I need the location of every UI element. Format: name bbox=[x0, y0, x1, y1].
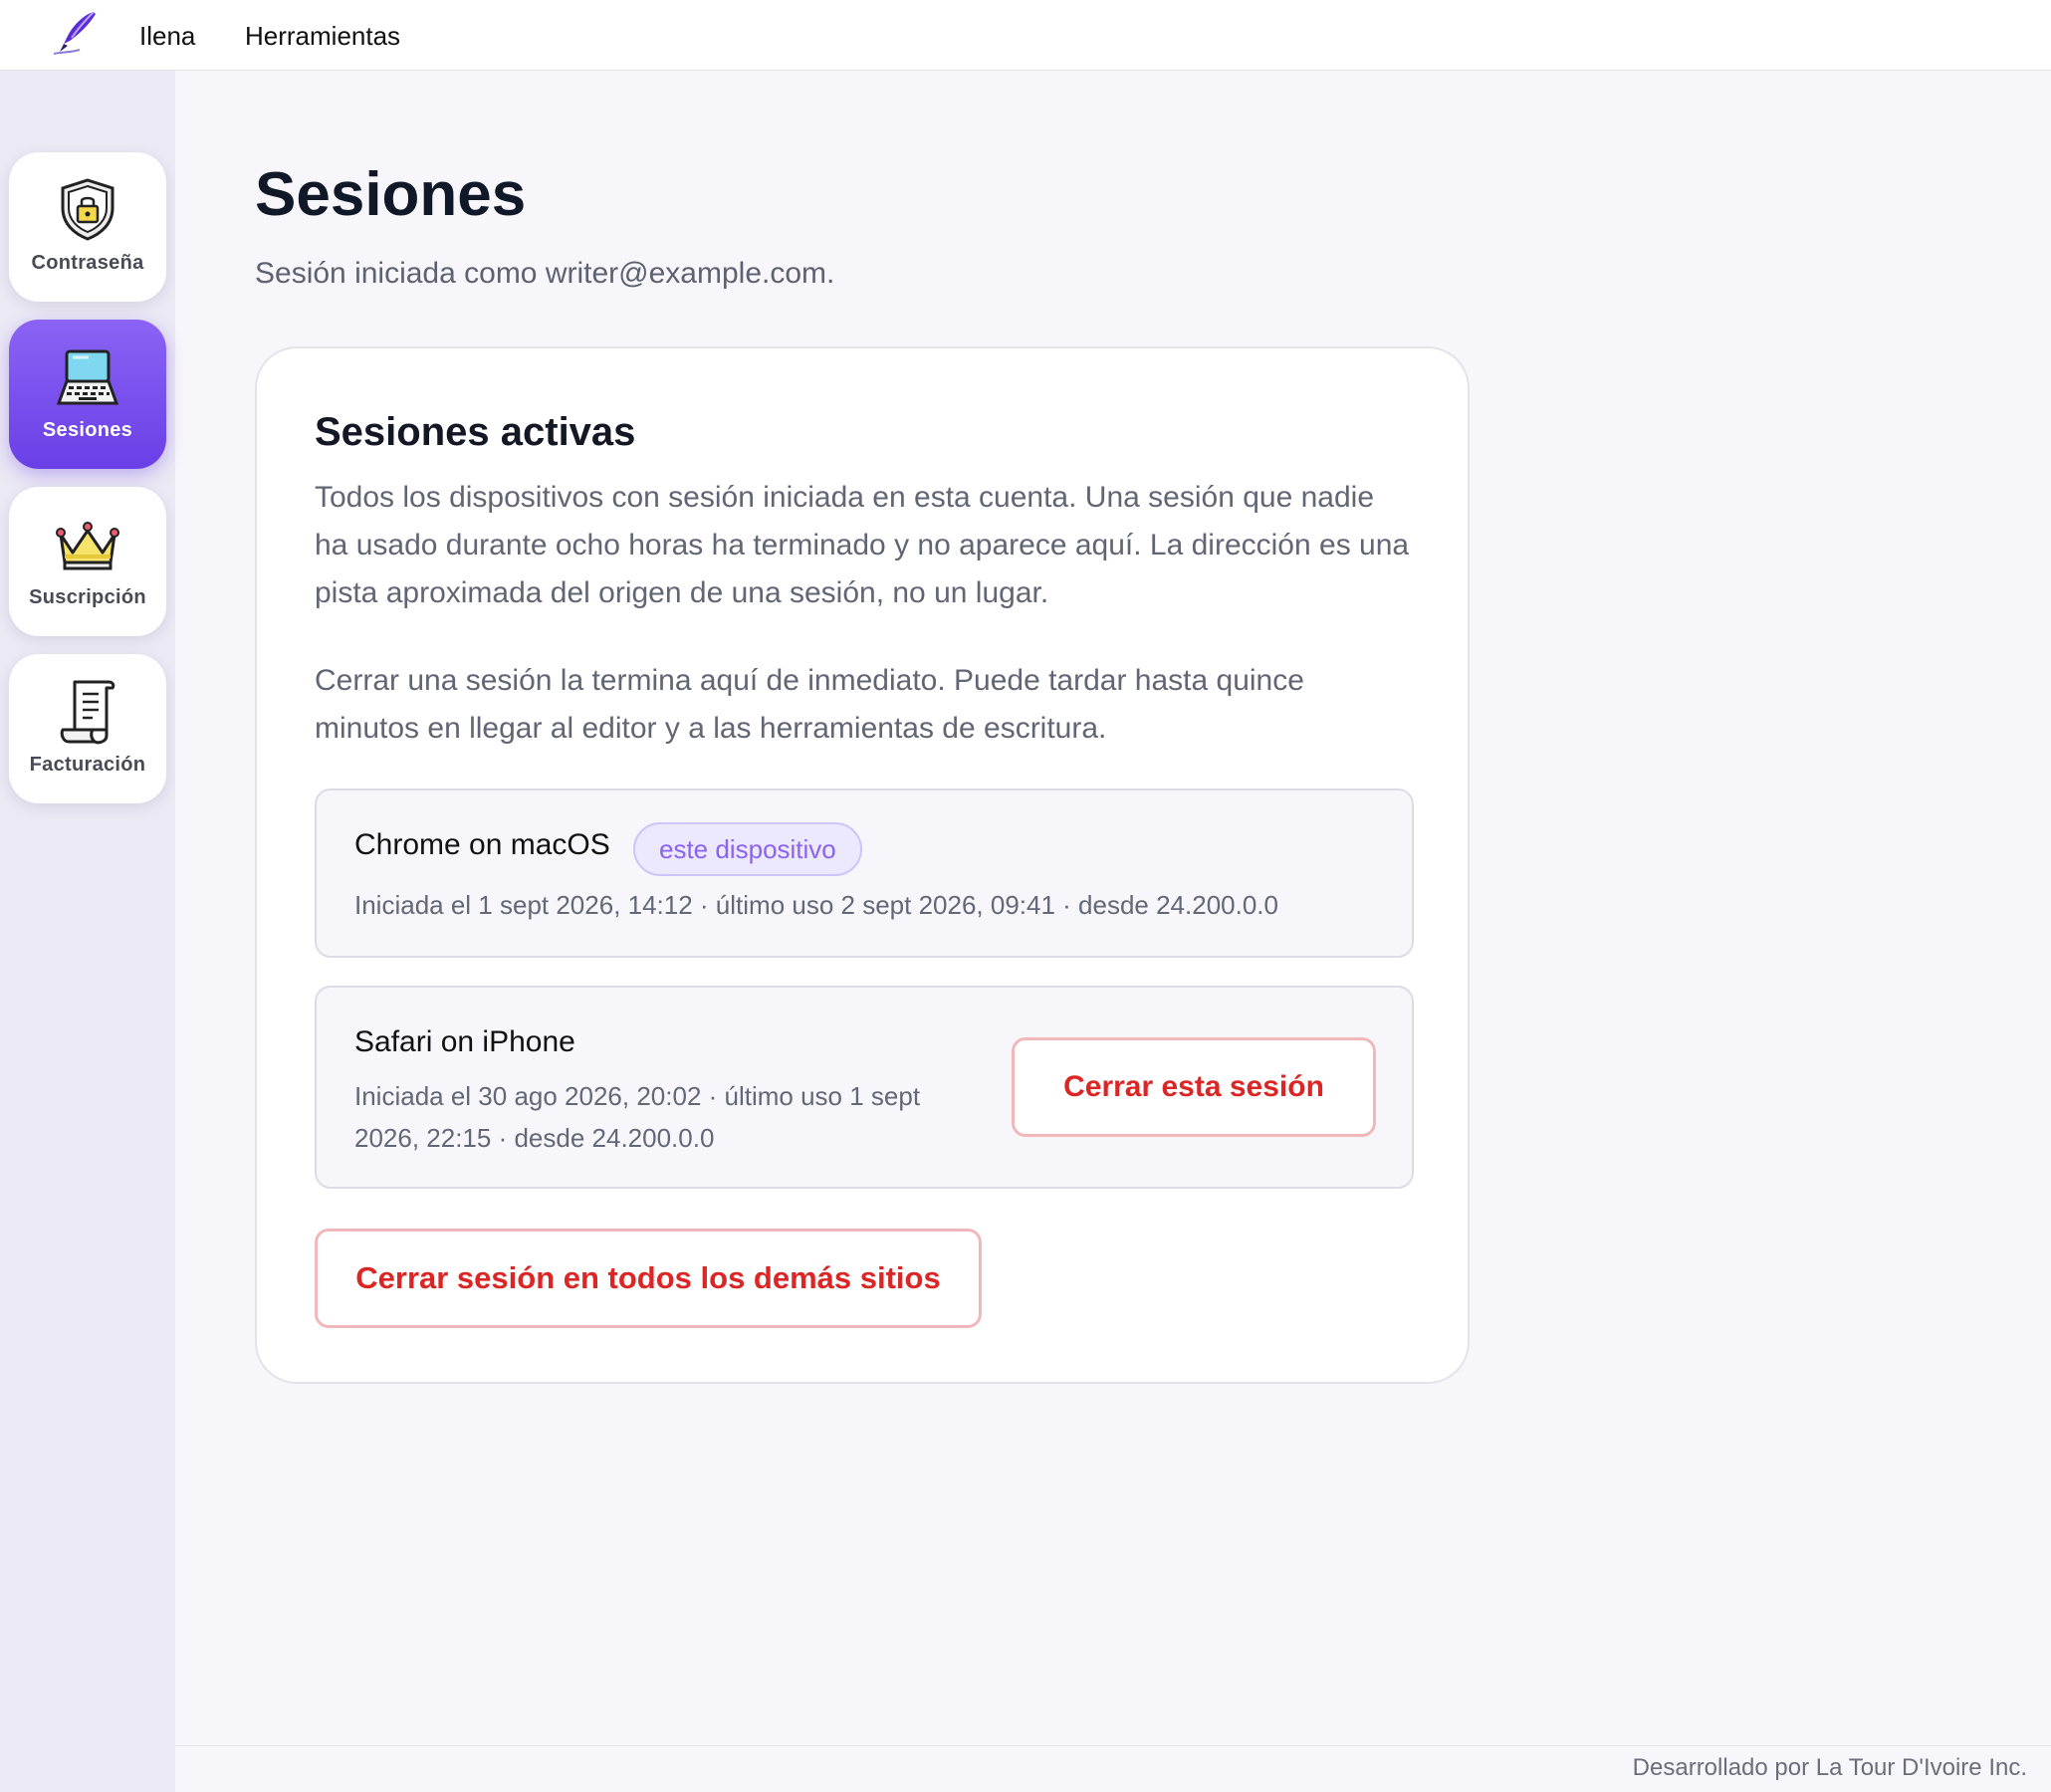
sidebar-item-billing[interactable]: Facturación bbox=[9, 654, 166, 803]
card-note: Cerrar una sesión la termina aquí de inm… bbox=[315, 664, 1304, 745]
sidebar-item-label: Sesiones bbox=[42, 419, 133, 441]
card-title: Sesiones activas bbox=[315, 410, 636, 454]
sidebar-item-label: Contraseña bbox=[31, 252, 144, 274]
footer-credit: Desarrollado por La Tour D'Ivoire Inc. bbox=[1632, 1754, 2027, 1781]
session-row: Safari on iPhone Iniciada el 30 ago 2026… bbox=[315, 986, 1414, 1189]
active-sessions-card: Sesiones activas Todos los dispositivos … bbox=[255, 346, 1470, 1384]
top-navbar: Ilena Herramientas bbox=[0, 0, 2051, 71]
session-device-name: Chrome on macOS bbox=[354, 828, 610, 861]
crown-icon bbox=[56, 522, 119, 570]
sidebar-item-password[interactable]: Contraseña bbox=[9, 152, 166, 302]
sidebar-item-sessions[interactable]: Sesiones bbox=[9, 320, 166, 469]
sidebar: Contraseña Sesiones Suscripción Facturac… bbox=[0, 71, 175, 1792]
current-device-badge: este dispositivo bbox=[633, 822, 862, 876]
page-title: Sesiones bbox=[255, 160, 527, 229]
card-description: Todos los dispositivos con sesión inicia… bbox=[315, 481, 1410, 609]
laptop-icon bbox=[56, 349, 119, 405]
session-device-name: Safari on iPhone bbox=[354, 1025, 575, 1058]
sidebar-item-label: Suscripción bbox=[29, 586, 146, 608]
session-details: Iniciada el 1 sept 2026, 14:12 · último … bbox=[354, 890, 1278, 920]
close-all-other-sessions-button[interactable]: Cerrar sesión en todos los demás sitios bbox=[315, 1229, 982, 1328]
session-details: Iniciada el 30 ago 2026, 20:02 · último … bbox=[354, 1081, 921, 1153]
sidebar-item-label: Facturación bbox=[29, 754, 146, 776]
shield-lock-icon bbox=[61, 178, 114, 241]
page-subtitle: Sesión iniciada como writer@example.com. bbox=[255, 257, 835, 290]
sidebar-item-subscription[interactable]: Suscripción bbox=[9, 487, 166, 636]
session-row: Chrome on macOS este dispositivo Iniciad… bbox=[315, 788, 1414, 958]
nav-user-link[interactable]: Ilena bbox=[139, 18, 195, 54]
footer: Desarrollado por La Tour D'Ivoire Inc. bbox=[175, 1745, 2051, 1792]
close-session-button[interactable]: Cerrar esta sesión bbox=[1012, 1037, 1376, 1137]
nav-tools-link[interactable]: Herramientas bbox=[245, 18, 400, 54]
receipt-scroll-icon bbox=[60, 680, 115, 745]
quill-pen-icon[interactable] bbox=[50, 8, 104, 58]
